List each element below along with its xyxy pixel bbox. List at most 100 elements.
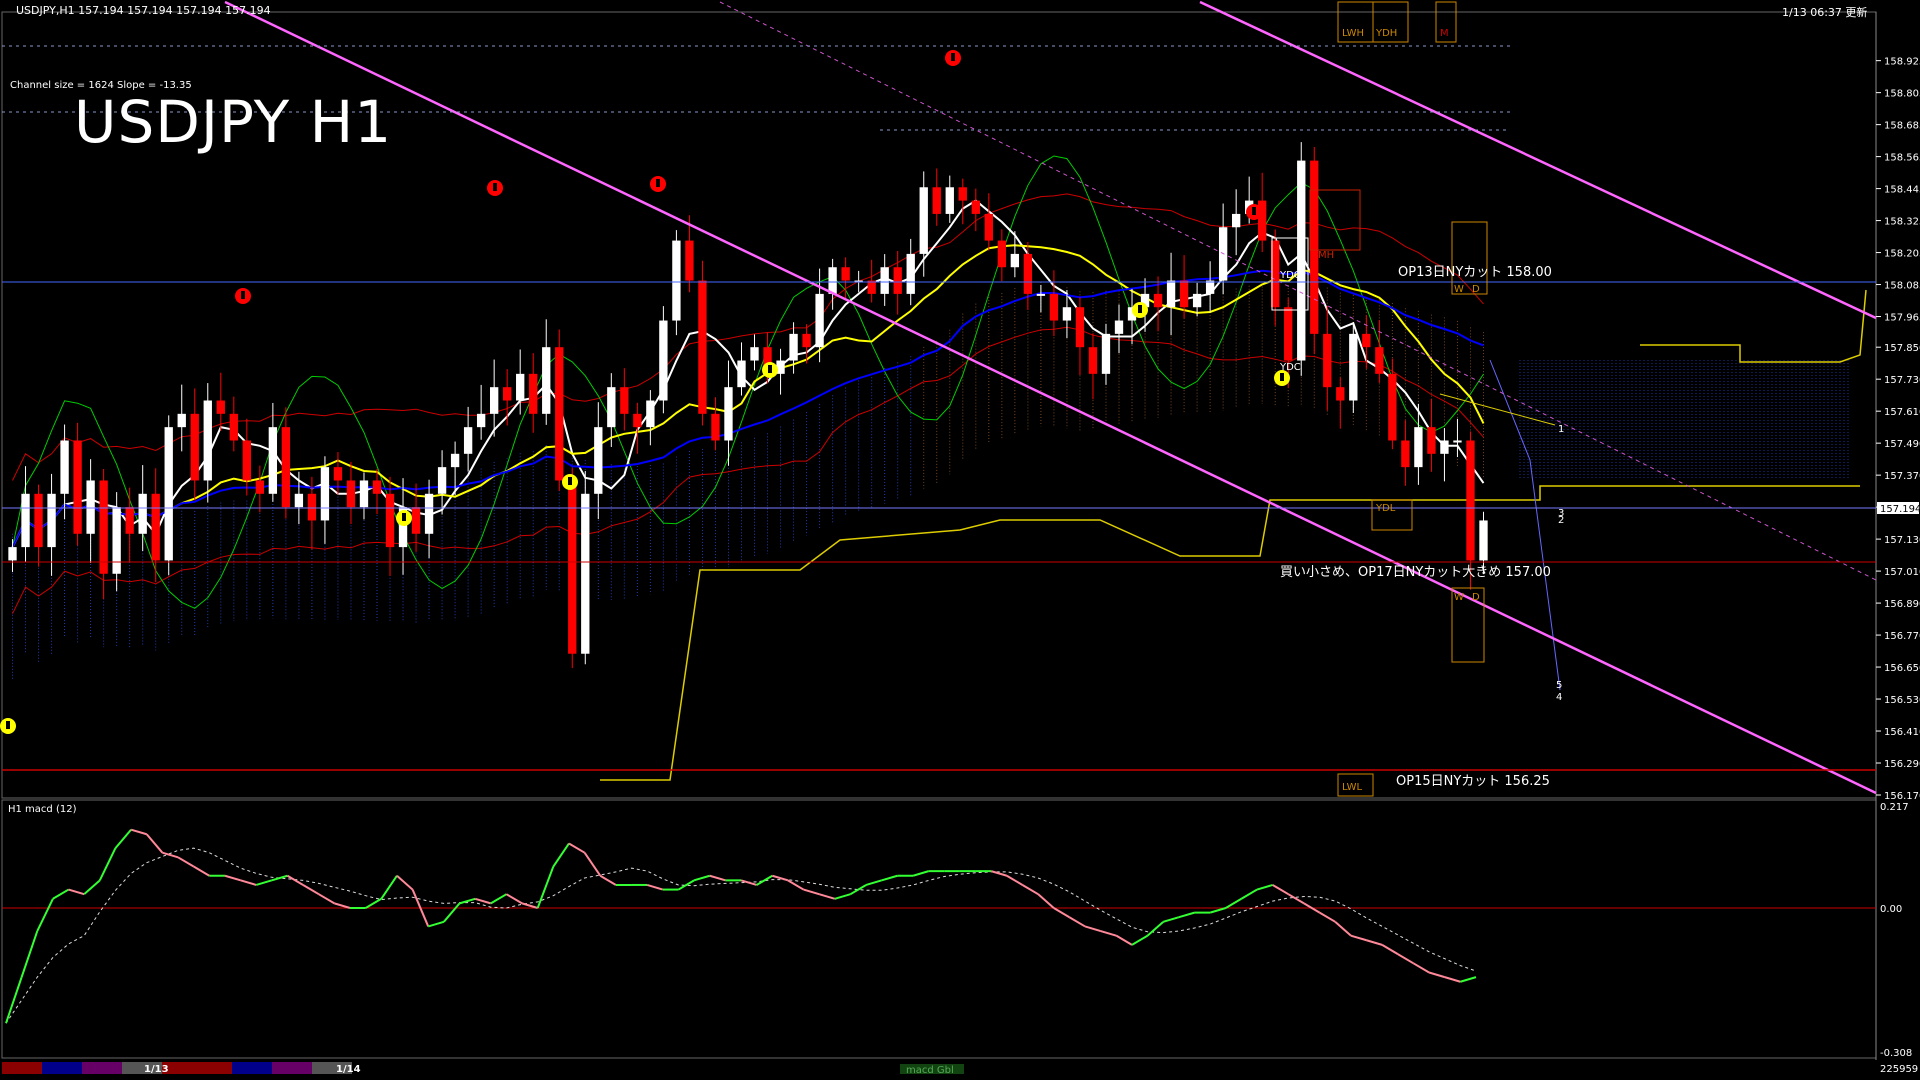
candle-bearish [1023, 253, 1033, 294]
y-tick-label: 156.770 [1884, 631, 1920, 642]
cloud-edge-line [600, 485, 1860, 781]
candle-bullish [1036, 293, 1046, 296]
candle-bullish [542, 347, 551, 414]
candle-bearish [685, 240, 694, 281]
candle-bearish [1153, 293, 1163, 308]
cloud-edge-future [1640, 289, 1867, 363]
candle-bearish [1336, 387, 1345, 401]
ydl-label: YDL [1375, 503, 1396, 514]
candle-bullish [1297, 160, 1306, 361]
y-tick-label: 156.290 [1884, 759, 1920, 770]
y-tick-label: 156.650 [1884, 663, 1920, 674]
macd-segment [912, 870, 929, 877]
candle-bearish [255, 480, 265, 494]
ma-slow-blue [11, 269, 1484, 548]
ydo-label: YDO [1279, 270, 1302, 281]
symbol-info: USDJPY,H1 157.194 157.194 157.194 157.19… [16, 4, 271, 17]
candle-bullish [164, 427, 173, 561]
macd-segment [1115, 934, 1133, 946]
candle-bullish [672, 240, 681, 321]
candle-bearish [151, 493, 160, 561]
macd-panel-frame [1, 799, 1877, 1059]
candle-bearish [932, 187, 941, 214]
macd-segment [145, 833, 164, 854]
candle-bullish [86, 480, 95, 534]
macd-segment [1334, 921, 1352, 937]
y-tick-label: 157.730 [1884, 375, 1920, 386]
macd-segment [443, 902, 461, 923]
op15-label: OP15日NYカット 156.25 [1396, 774, 1550, 789]
candle-bearish [1284, 307, 1293, 361]
candle-bearish [984, 213, 993, 241]
footer-center: macd Gbl [906, 1065, 954, 1076]
candle-bullish [1349, 333, 1358, 401]
candle-bearish [1401, 440, 1410, 468]
candle-bullish [1453, 440, 1462, 443]
macd-segment [1131, 934, 1149, 946]
candle-bullish [906, 253, 915, 294]
candle-bullish [945, 187, 954, 214]
macd-segment [1319, 911, 1336, 923]
candle-bearish [411, 507, 421, 534]
candlesticks [8, 142, 1488, 669]
candle-bullish [268, 427, 278, 494]
candle-bullish [60, 440, 69, 494]
candle-bearish [190, 413, 199, 481]
macd-label: H1 macd (12) [8, 804, 77, 815]
macd-segment [505, 893, 523, 905]
signal-mark-stem [241, 291, 245, 299]
y-tick-label: 158.085 [1884, 281, 1920, 292]
candle-bullish [880, 267, 889, 294]
macd-segment [36, 898, 54, 932]
level-5-label: 5 [1556, 680, 1562, 691]
macd-segment [1084, 925, 1101, 933]
macd-segment [646, 883, 664, 891]
candle-bullish [607, 387, 616, 428]
macd-segment [599, 874, 617, 886]
macd-segment [1350, 934, 1367, 942]
candle-bearish [333, 467, 343, 481]
candle-bullish [594, 427, 603, 494]
candle-bullish [1114, 320, 1124, 334]
candle-bearish [242, 440, 251, 481]
candle-bearish [841, 267, 850, 281]
w-label-top: W [1454, 284, 1464, 295]
macd-segment [114, 829, 132, 849]
macd-segment [1366, 939, 1383, 946]
y-tick-label: 158.445 [1884, 185, 1920, 196]
macd-segment [52, 888, 70, 900]
chart-canvas[interactable]: OP13日NYカット 158.00 買い小さめ、OP17日NYカット大きめ 15… [0, 0, 1920, 1080]
macd-segment [255, 879, 273, 886]
w-label-bottom: W [1454, 592, 1464, 603]
macd-segment [240, 879, 257, 886]
y-tick-label: 158.205 [1884, 249, 1920, 260]
projection-line-1 [1489, 359, 1561, 691]
candle-bearish [555, 347, 564, 481]
candle-bullish [489, 387, 499, 414]
candle-bullish [828, 267, 837, 294]
macd-segment [1225, 897, 1242, 909]
macd-segment [583, 852, 602, 877]
y-tick-label: 156.530 [1884, 695, 1920, 706]
macd-segment [834, 893, 851, 900]
signal-mark-stem [1138, 305, 1142, 313]
macd-segment [521, 902, 538, 909]
candle-bullish [8, 547, 17, 561]
macd-segment [693, 874, 711, 882]
macd-segment [130, 828, 148, 836]
candle-bullish [581, 493, 590, 654]
cloud-future-area [1520, 350, 1850, 470]
y-tick-label: 157.610 [1884, 407, 1920, 418]
footer-date-2: 1/14 [336, 1064, 361, 1075]
macd-segment [1209, 907, 1227, 914]
macd-segment [677, 879, 695, 891]
macd-segment [318, 893, 335, 905]
candle-bullish [476, 413, 486, 428]
macd-axis-top: 0.217 [1880, 802, 1909, 813]
candle-bearish [307, 493, 317, 521]
lwh-label: LWH [1342, 28, 1364, 39]
candle-bearish [711, 413, 720, 441]
candle-bullish [437, 467, 447, 494]
ydc-label: YDC [1279, 362, 1301, 373]
macd-signal-line [5, 847, 1477, 1024]
